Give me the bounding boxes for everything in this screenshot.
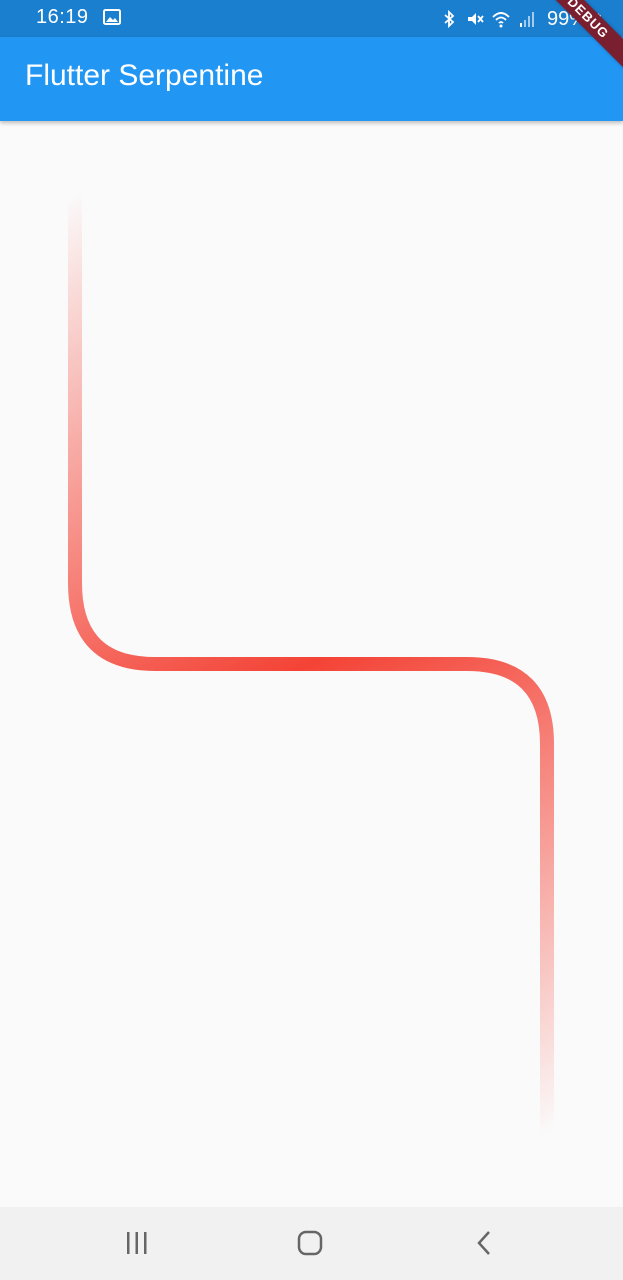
serpentine-path	[68, 193, 554, 1135]
app-title: Flutter Serpentine	[25, 59, 264, 92]
recent-apps-icon[interactable]	[117, 1223, 157, 1263]
navigation-bar	[0, 1207, 623, 1280]
status-time: 16:19	[36, 6, 89, 28]
signal-icon	[519, 12, 534, 27]
gallery-icon	[103, 9, 121, 25]
bluetooth-icon	[444, 9, 455, 29]
serpentine-canvas	[68, 193, 554, 1135]
home-icon[interactable]	[290, 1223, 330, 1263]
back-icon[interactable]	[464, 1223, 504, 1263]
mute-icon	[467, 13, 484, 25]
status-bar: 16:19 99%	[0, 0, 623, 37]
phone-screen: 16:19 99% Flutter Serpentine DEBUG	[0, 0, 623, 1280]
wifi-icon	[492, 12, 510, 28]
app-bar: Flutter Serpentine	[0, 37, 623, 121]
